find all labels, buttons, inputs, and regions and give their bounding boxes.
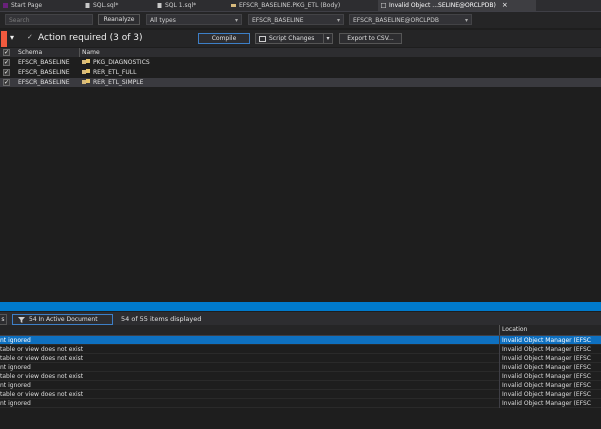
error-description: nt ignored	[0, 364, 31, 371]
error-location: Invalid Object Manager (EFSC	[502, 346, 591, 353]
error-description: nt ignored	[0, 382, 31, 389]
grid-header: ✓ Schema Name	[0, 48, 601, 57]
column-divider	[499, 372, 500, 381]
sql-file-icon	[85, 3, 90, 8]
start-page-icon	[3, 3, 8, 8]
compile-button[interactable]: Compile	[198, 33, 250, 44]
document-tab-bar: Start Page SQL.sql* SQL 1.sql* EFSCR_BAS…	[0, 0, 601, 12]
error-location: Invalid Object Manager (EFSC	[502, 364, 591, 371]
row-checkbox[interactable]: ✓	[3, 79, 10, 86]
column-divider	[499, 336, 500, 345]
filter-icon	[18, 317, 25, 323]
package-icon	[82, 69, 90, 74]
collapse-chevron-icon[interactable]: ▾	[10, 33, 14, 42]
column-divider	[499, 381, 500, 390]
error-row[interactable]: table or view does not exist Invalid Obje…	[0, 345, 601, 354]
error-row[interactable]: table or view does not exist Invalid Obje…	[0, 372, 601, 381]
error-description: table or view does not exist	[0, 355, 84, 362]
error-location: Invalid Object Manager (EFSC	[502, 355, 591, 362]
column-header-location[interactable]: Location	[502, 325, 527, 335]
error-description: table or view does not exist	[0, 391, 84, 398]
schema-cell: EFSCR_BASELINE	[18, 79, 70, 86]
column-divider	[499, 363, 500, 372]
error-location: Invalid Object Manager (EFSC	[502, 382, 591, 389]
package-body-icon	[231, 4, 236, 7]
table-row[interactable]: ✓ EFSCR_BASELINE RER_ETL_SIMPLE	[0, 78, 601, 87]
error-location: Invalid Object Manager (EFSC	[502, 337, 591, 344]
row-checkbox[interactable]: ✓	[3, 59, 10, 66]
error-location: Invalid Object Manager (EFSC	[502, 400, 591, 407]
error-row[interactable]: nt ignored Invalid Object Manager (EFSC	[0, 336, 601, 345]
error-location: Invalid Object Manager (EFSC	[502, 391, 591, 398]
check-icon: ✓	[27, 33, 33, 41]
sql-file-icon	[157, 3, 162, 8]
type-filter-dropdown[interactable]: All types	[146, 14, 242, 25]
row-checkbox[interactable]: ✓	[3, 69, 10, 76]
reanalyze-button[interactable]: Reanalyze	[98, 14, 140, 25]
error-row[interactable]: nt ignored Invalid Object Manager (EFSC	[0, 363, 601, 372]
column-divider	[499, 399, 500, 408]
table-row[interactable]: ✓ EFSCR_BASELINE PKG_DIAGNOSTICS	[0, 58, 601, 67]
active-document-filter[interactable]: 54 In Active Document	[12, 314, 113, 325]
name-cell: RER_ETL_SIMPLE	[82, 78, 143, 87]
error-description: table or view does not exist	[0, 373, 84, 380]
column-divider	[499, 354, 500, 363]
column-divider	[79, 48, 80, 57]
column-header-name[interactable]: Name	[82, 48, 100, 57]
column-divider	[499, 345, 500, 354]
select-all-checkbox[interactable]: ✓	[3, 49, 10, 56]
tab-pkg-etl-body[interactable]: EFSCR_BASELINE.PKG_ETL (Body)	[228, 0, 374, 11]
package-icon	[82, 79, 90, 84]
error-list-left-button[interactable]: s	[0, 314, 7, 325]
schema-cell: EFSCR_BASELINE	[18, 69, 70, 76]
error-description: nt ignored	[0, 337, 31, 344]
action-required-title: Action required (3 of 3)	[38, 33, 143, 43]
tab-sql-1[interactable]: SQL 1.sql*	[154, 0, 224, 11]
close-icon[interactable]: ×	[502, 1, 508, 9]
script-icon	[259, 36, 266, 42]
alert-marker	[1, 31, 7, 47]
tab-start-page[interactable]: Start Page	[0, 0, 76, 11]
search-input[interactable]: Search	[5, 14, 93, 25]
error-row[interactable]: table or view does not exist Invalid Obje…	[0, 354, 601, 363]
error-location: Invalid Object Manager (EFSC	[502, 373, 591, 380]
error-row[interactable]: table or view does not exist Invalid Obje…	[0, 390, 601, 399]
schema-filter-dropdown[interactable]: EFSCR_BASELINE	[248, 14, 344, 25]
schema-cell: EFSCR_BASELINE	[18, 59, 70, 66]
panel-splitter[interactable]	[0, 302, 601, 311]
error-list-header: Location	[0, 325, 601, 336]
name-cell: RER_ETL_FULL	[82, 68, 136, 77]
error-description: table or view does not exist	[0, 346, 84, 353]
error-row[interactable]: nt ignored Invalid Object Manager (EFSC	[0, 381, 601, 390]
column-header-schema[interactable]: Schema	[18, 48, 42, 57]
script-changes-dropdown-icon[interactable]: ▾	[323, 33, 333, 44]
error-row[interactable]: nt ignored Invalid Object Manager (EFSC	[0, 399, 601, 408]
column-divider	[499, 390, 500, 399]
export-csv-button[interactable]: Export to CSV...	[339, 33, 402, 44]
script-changes-button[interactable]: Script Changes	[255, 33, 325, 44]
package-icon	[82, 59, 90, 64]
items-count-label: 54 of 55 items displayed	[121, 315, 202, 323]
column-divider	[499, 325, 500, 335]
tab-sql[interactable]: SQL.sql*	[82, 0, 152, 11]
table-row[interactable]: ✓ EFSCR_BASELINE RER_ETL_FULL	[0, 68, 601, 77]
name-cell: PKG_DIAGNOSTICS	[82, 58, 150, 67]
tab-invalid-object-manager[interactable]: Invalid Object ...SELINE@ORCLPDB) ×	[378, 0, 536, 11]
error-description: nt ignored	[0, 400, 31, 407]
invalid-object-icon	[381, 3, 386, 8]
connection-filter-dropdown[interactable]: EFSCR_BASELINE@ORCLPDB	[349, 14, 472, 25]
